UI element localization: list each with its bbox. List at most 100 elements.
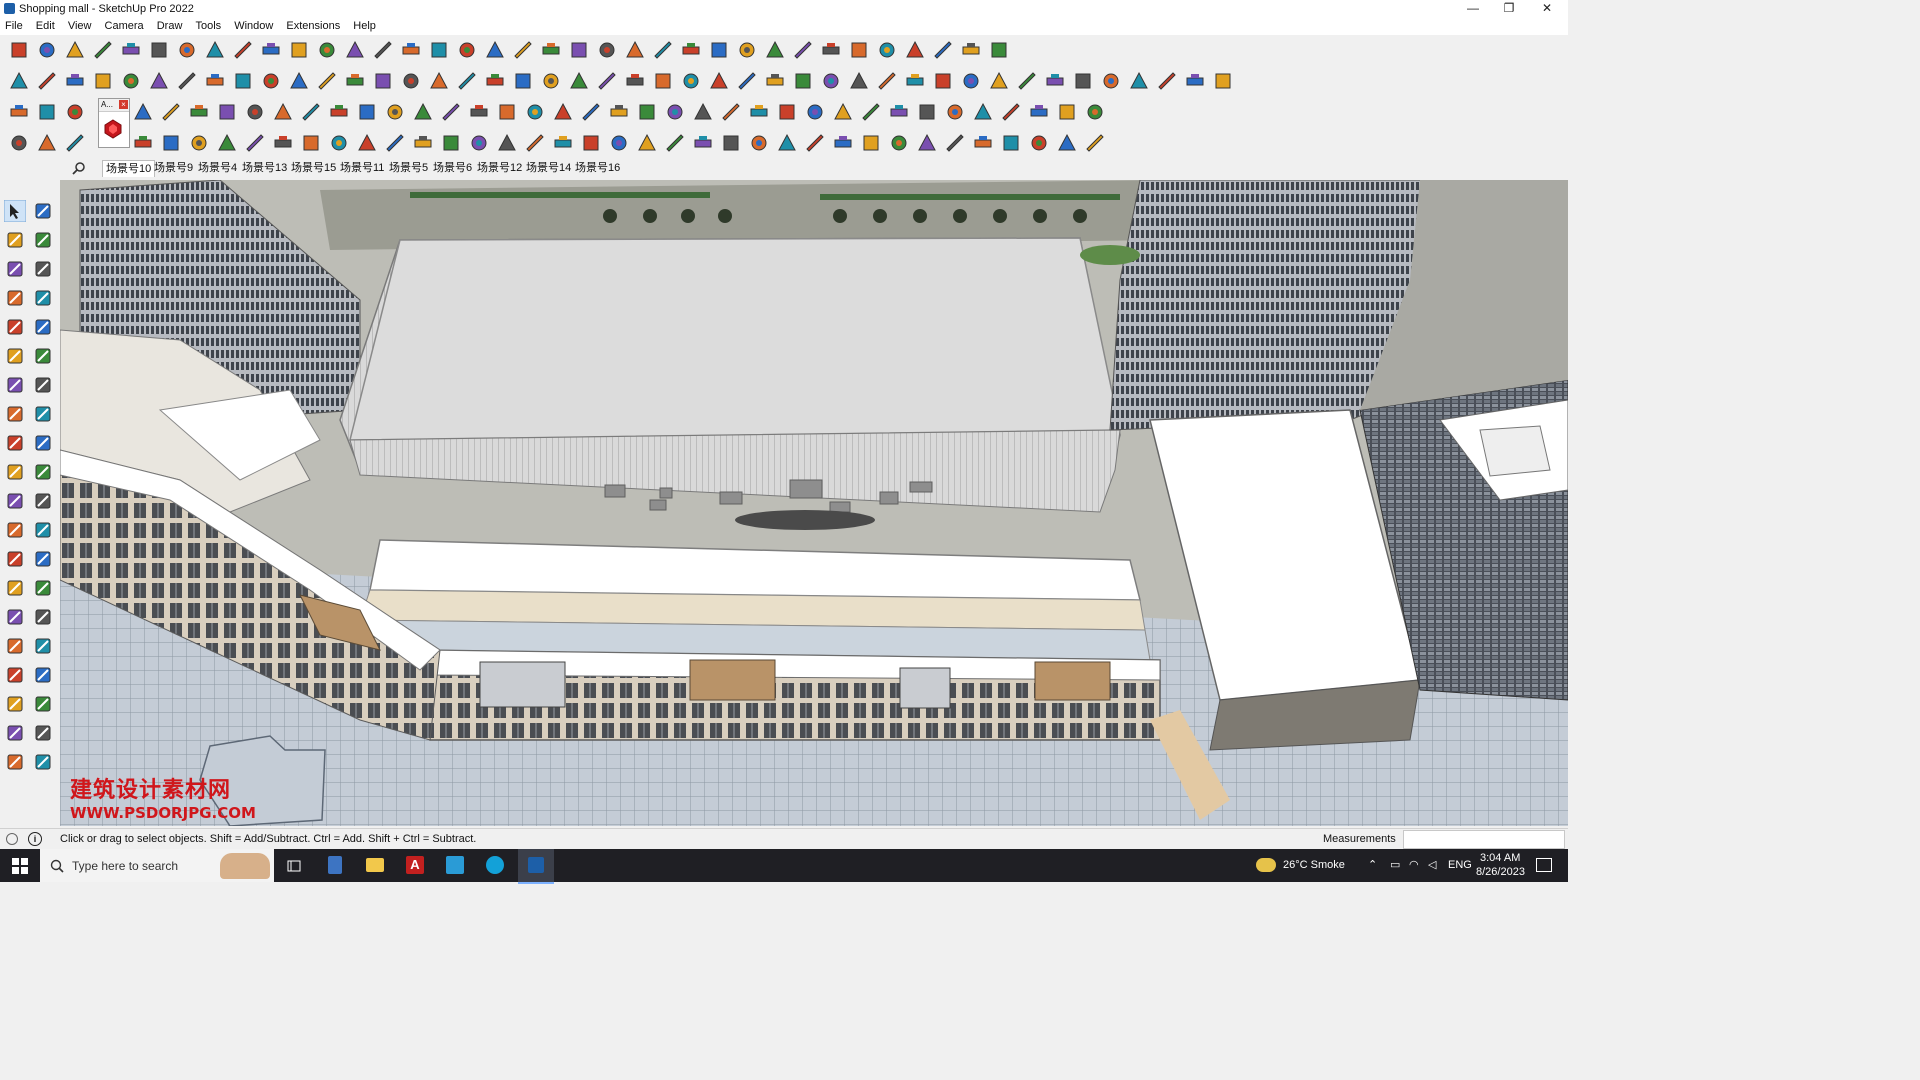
palette-tool-icon-12-2[interactable]: [32, 519, 54, 541]
toolbar-tool-icon-4-38[interactable]: [1084, 132, 1106, 154]
toolbar-tool-icon-3-26[interactable]: [748, 101, 770, 123]
toolbar-tool-icon-2-32[interactable]: [876, 70, 898, 92]
toolbar-tool-icon-3-5[interactable]: [160, 101, 182, 123]
toolbar-tool-icon-1-12[interactable]: [316, 39, 338, 61]
toolbar-tool-icon-2-34[interactable]: [932, 70, 954, 92]
toolbar-tool-icon-4-17[interactable]: [496, 132, 518, 154]
palette-tool-icon-1-2[interactable]: [32, 200, 54, 222]
toolbar-tool-icon-1-10[interactable]: [260, 39, 282, 61]
toolbar-tool-icon-2-18[interactable]: [484, 70, 506, 92]
scene-tab-9[interactable]: 场景号9: [151, 160, 196, 176]
toolbar-tool-icon-1-21[interactable]: [568, 39, 590, 61]
toolbar-tool-icon-2-39[interactable]: [1072, 70, 1094, 92]
toolbar-tool-icon-4-11[interactable]: [328, 132, 350, 154]
menu-window[interactable]: Window: [229, 18, 278, 32]
toolbar-tool-icon-1-9[interactable]: [232, 39, 254, 61]
toolbar-tool-icon-4-14[interactable]: [412, 132, 434, 154]
toolbar-tool-icon-1-8[interactable]: [204, 39, 226, 61]
toolbar-tool-icon-3-18[interactable]: [524, 101, 546, 123]
toolbar-tool-icon-1-4[interactable]: [92, 39, 114, 61]
toolbar-tool-icon-1-5[interactable]: [120, 39, 142, 61]
menu-extensions[interactable]: Extensions: [281, 18, 345, 32]
toolbar-tool-icon-4-36[interactable]: [1028, 132, 1050, 154]
taskbar-search-box[interactable]: Type here to search: [40, 849, 274, 882]
menu-help[interactable]: Help: [348, 18, 381, 32]
toolbar-tool-icon-2-26[interactable]: [708, 70, 730, 92]
toolbar-tool-icon-3-32[interactable]: [916, 101, 938, 123]
file-explorer-icon[interactable]: [366, 858, 384, 872]
toolbar-tool-icon-1-7[interactable]: [176, 39, 198, 61]
toolbar-tool-icon-2-10[interactable]: [260, 70, 282, 92]
maximize-button[interactable]: ❐: [1492, 0, 1526, 18]
toolbar-tool-icon-4-5[interactable]: [160, 132, 182, 154]
palette-tool-icon-18-1[interactable]: [4, 693, 26, 715]
network-icon[interactable]: ▭: [1390, 858, 1400, 871]
palette-tool-icon-4-1[interactable]: [4, 287, 26, 309]
toolbar-tool-icon-3-10[interactable]: [300, 101, 322, 123]
palette-tool-icon-7-2[interactable]: [32, 374, 54, 396]
toolbar-tool-icon-1-35[interactable]: [960, 39, 982, 61]
toolbar-tool-icon-1-34[interactable]: [932, 39, 954, 61]
toolbar-tool-icon-1-28[interactable]: [764, 39, 786, 61]
palette-tool-icon-15-1[interactable]: [4, 606, 26, 628]
measurements-input[interactable]: [1403, 830, 1565, 849]
tray-chevron-up-icon[interactable]: ⌃: [1368, 858, 1377, 871]
toolbar-tool-icon-1-33[interactable]: [904, 39, 926, 61]
palette-tool-icon-3-2[interactable]: [32, 258, 54, 280]
toolbar-tool-icon-4-24[interactable]: [692, 132, 714, 154]
pin-app-icon[interactable]: [446, 856, 464, 874]
toolbar-tool-icon-2-35[interactable]: [960, 70, 982, 92]
toolbar-tool-icon-2-14[interactable]: [372, 70, 394, 92]
menu-tools[interactable]: Tools: [190, 18, 226, 32]
palette-tool-icon-17-1[interactable]: [4, 664, 26, 686]
toolbar-tool-icon-1-6[interactable]: [148, 39, 170, 61]
toolbar-tool-icon-4-31[interactable]: [888, 132, 910, 154]
toolbar-tool-icon-2-11[interactable]: [288, 70, 310, 92]
toolbar-tool-icon-3-12[interactable]: [356, 101, 378, 123]
toolbar-tool-icon-2-16[interactable]: [428, 70, 450, 92]
scene-tab-15[interactable]: 场景号15: [288, 160, 339, 176]
toolbar-tool-icon-3-7[interactable]: [216, 101, 238, 123]
toolbar-tool-icon-2-43[interactable]: [1184, 70, 1206, 92]
palette-tool-icon-15-2[interactable]: [32, 606, 54, 628]
toolbar-tool-icon-2-20[interactable]: [540, 70, 562, 92]
palette-tool-icon-12-1[interactable]: [4, 519, 26, 541]
scene-tab-10[interactable]: 场景号10: [102, 160, 156, 177]
toolbar-tool-icon-3-25[interactable]: [720, 101, 742, 123]
toolbar-tool-icon-2-6[interactable]: [148, 70, 170, 92]
toolbar-tool-icon-2-29[interactable]: [792, 70, 814, 92]
toolbar-tool-icon-2-31[interactable]: [848, 70, 870, 92]
palette-tool-icon-20-1[interactable]: [4, 751, 26, 773]
clock-time[interactable]: 3:04 AM: [1480, 852, 1520, 864]
toolbar-tool-icon-3-28[interactable]: [804, 101, 826, 123]
toolbar-tool-icon-3-9[interactable]: [272, 101, 294, 123]
modeling-viewport[interactable]: [60, 180, 1568, 826]
menu-edit[interactable]: Edit: [31, 18, 60, 32]
palette-tool-icon-9-2[interactable]: [32, 432, 54, 454]
toolbar-tool-icon-3-23[interactable]: [664, 101, 686, 123]
palette-tool-icon-14-2[interactable]: [32, 577, 54, 599]
search-scenes-icon[interactable]: [72, 162, 86, 176]
toolbar-tool-icon-3-11[interactable]: [328, 101, 350, 123]
palette-tool-icon-6-1[interactable]: [4, 345, 26, 367]
palette-tool-icon-2-2[interactable]: [32, 229, 54, 251]
toolbar-tool-icon-2-17[interactable]: [456, 70, 478, 92]
toolbar-tool-icon-4-4[interactable]: [132, 132, 154, 154]
toolbar-tool-icon-4-9[interactable]: [272, 132, 294, 154]
toolbar-tool-icon-2-30[interactable]: [820, 70, 842, 92]
toolbar-tool-icon-1-14[interactable]: [372, 39, 394, 61]
toolbar-tool-icon-2-38[interactable]: [1044, 70, 1066, 92]
toolbar-tool-icon-2-15[interactable]: [400, 70, 422, 92]
toolbar-tool-icon-1-26[interactable]: [708, 39, 730, 61]
palette-tool-icon-4-2[interactable]: [32, 287, 54, 309]
toolbar-tool-icon-1-18[interactable]: [484, 39, 506, 61]
task-view-icon[interactable]: [286, 858, 302, 874]
scene-tab-5[interactable]: 场景号5: [386, 160, 431, 176]
ruby-console-icon[interactable]: [102, 118, 124, 140]
toolbar-tool-icon-2-1[interactable]: [8, 70, 30, 92]
toolbar-tool-icon-2-42[interactable]: [1156, 70, 1178, 92]
toolbar-tool-icon-1-17[interactable]: [456, 39, 478, 61]
toolbar-tool-icon-2-41[interactable]: [1128, 70, 1150, 92]
toolbar-tool-icon-2-27[interactable]: [736, 70, 758, 92]
toolbar-tool-icon-1-25[interactable]: [680, 39, 702, 61]
